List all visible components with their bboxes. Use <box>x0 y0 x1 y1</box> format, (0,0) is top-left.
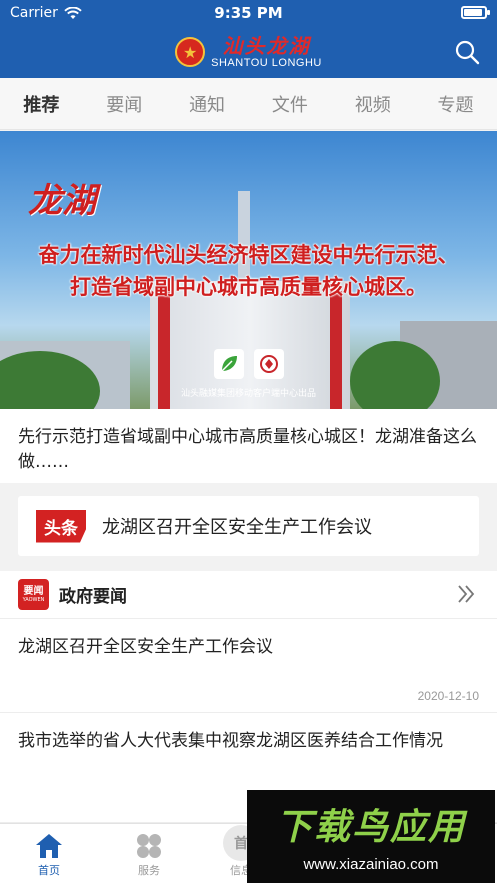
top-story-badge: 头条 <box>36 509 86 543</box>
watermark-title: 下载鸟应用 <box>275 807 466 848</box>
watermark-url: www.xiazainiao.com <box>303 856 439 873</box>
double-chevron-right-icon[interactable] <box>455 583 477 605</box>
government-news-section: 要闻 YAOWEN 政府要闻 龙湖区召开全区安全生产工作会议 2020-12-1… <box>0 571 497 823</box>
watermark-overlay: 下载鸟应用 www.xiazainiao.com <box>247 790 495 883</box>
nav-home-label: 首页 <box>38 864 60 877</box>
tab-recommend[interactable]: 推荐 <box>21 87 61 121</box>
news-date: 2020-12-10 <box>417 689 479 703</box>
top-story-text[interactable]: 龙湖区召开全区安全生产工作会议 <box>102 513 372 539</box>
brand-title-cn: 汕头龙湖 <box>222 34 311 58</box>
app-header: Carrier 9:35 PM ★ 汕头龙湖 SHANTOU LONGHU <box>0 0 497 78</box>
nav-service[interactable]: 服务 <box>114 830 184 878</box>
nav-service-label: 服务 <box>138 864 160 877</box>
news-title: 我市选举的省人大代表集中视察龙湖区医养结合工作情况 <box>18 731 443 751</box>
status-bar: Carrier 9:35 PM <box>0 0 497 26</box>
media-group-logo-icon <box>254 349 284 379</box>
tab-topics[interactable]: 专题 <box>436 87 476 121</box>
banner-slogan-line1: 奋力在新时代汕头经济特区建设中先行示范、 <box>38 243 459 267</box>
section-title: 政府要闻 <box>59 587 127 607</box>
banner-slogan-line2: 打造省域副中心城市高质量核心城区。 <box>70 275 427 299</box>
grid-icon <box>137 834 161 858</box>
banner-headline[interactable]: 先行示范打造省域副中心城市高质量核心城区！龙湖准备这么做…… <box>0 409 497 483</box>
top-story-ticker[interactable]: 头条 龙湖区召开全区安全生产工作会议 <box>18 496 479 556</box>
yaowen-icon: 要闻 YAOWEN <box>18 579 49 610</box>
status-time: 9:35 PM <box>214 4 283 22</box>
tab-videos[interactable]: 视频 <box>353 87 393 121</box>
hero-banner[interactable]: 龙湖 奋力在新时代汕头经济特区建设中先行示范、 打造省域副中心城市高质量核心城区… <box>0 131 497 409</box>
national-emblem-icon: ★ <box>175 37 206 67</box>
leaf-logo-icon <box>214 349 244 379</box>
list-item[interactable]: 龙湖区召开全区安全生产工作会议 2020-12-10 <box>0 619 497 713</box>
home-icon <box>36 834 62 858</box>
tab-news[interactable]: 要闻 <box>104 87 144 121</box>
banner-district-title: 龙湖 <box>28 181 96 221</box>
banner-credit: 汕头融媒集团移动客户端中心出品 <box>180 389 316 399</box>
nav-home[interactable]: 首页 <box>14 830 84 878</box>
news-title: 龙湖区召开全区安全生产工作会议 <box>18 637 273 657</box>
brand-title-en: SHANTOU LONGHU <box>211 57 322 69</box>
app-brand: 汕头龙湖 SHANTOU LONGHU <box>211 35 322 69</box>
tab-documents[interactable]: 文件 <box>270 87 310 121</box>
tab-notices[interactable]: 通知 <box>187 87 227 121</box>
section-header: 要闻 YAOWEN 政府要闻 <box>0 571 497 619</box>
search-icon[interactable] <box>453 38 481 66</box>
category-tabs: 推荐 要闻 通知 文件 视频 专题 <box>0 78 497 130</box>
battery-icon <box>461 6 490 19</box>
